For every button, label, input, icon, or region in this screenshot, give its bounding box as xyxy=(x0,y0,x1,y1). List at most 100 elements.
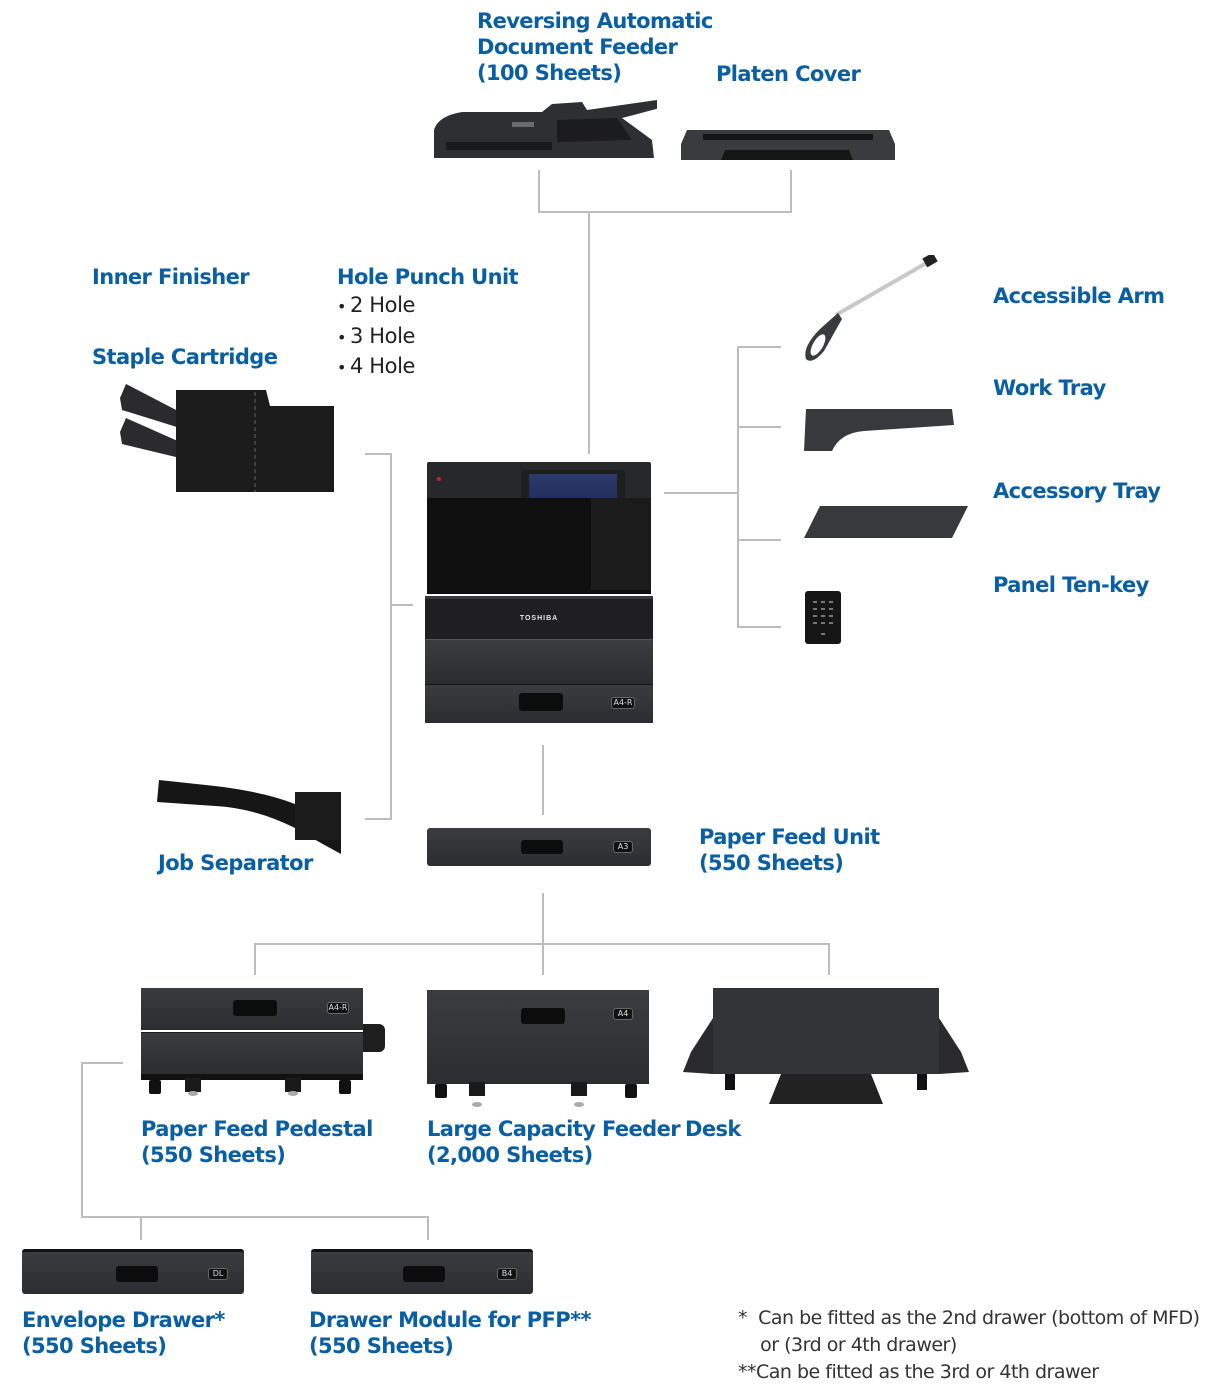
hole-punch-options: 2 Hole 3 Hole 4 Hole xyxy=(337,291,415,383)
paper-feed-unit-label: Paper Feed Unit (550 Sheets) xyxy=(699,824,880,876)
mfd-drawer[interactable]: A4-R xyxy=(425,684,653,723)
drawer-handle[interactable] xyxy=(116,1266,158,1282)
hole-punch-unit-label: Hole Punch Unit xyxy=(337,265,519,289)
connector-line xyxy=(828,943,830,975)
envelope-drawer-image[interactable]: DL xyxy=(22,1249,244,1294)
connector-line xyxy=(81,1062,123,1064)
connector-line xyxy=(254,943,256,975)
paper-size-badge: A4-R xyxy=(327,1002,349,1014)
connector-line xyxy=(390,453,392,820)
connector-line xyxy=(390,604,413,606)
connector-line xyxy=(365,818,392,820)
base-label: Desk xyxy=(685,1116,741,1142)
base-label-line2: (2,000 Sheets) xyxy=(427,1143,593,1167)
leveling-foot-icon xyxy=(185,1078,201,1092)
radf-image[interactable] xyxy=(432,100,660,160)
paper-size-badge: A3 xyxy=(613,841,633,853)
radf-label: Reversing Automatic Document Feeder (100… xyxy=(477,8,713,86)
desk-image[interactable] xyxy=(683,988,969,1106)
base-label-line1: Paper Feed Pedestal xyxy=(141,1117,373,1141)
drawer-module-pfp-image[interactable]: B4 xyxy=(311,1249,533,1294)
drawer-label: Envelope Drawer* (550 Sheets) xyxy=(22,1307,225,1359)
accessory-tray-image[interactable] xyxy=(804,506,968,538)
leveling-foot-pin xyxy=(574,1102,584,1107)
drawer-handle[interactable] xyxy=(521,1008,565,1024)
paper-feed-pedestal-image[interactable]: A4-R xyxy=(141,988,387,1098)
base-label-line2: (550 Sheets) xyxy=(141,1143,286,1167)
leveling-foot-icon xyxy=(285,1078,301,1092)
lcf-body[interactable]: A4 xyxy=(427,990,649,1084)
drawer-handle[interactable] xyxy=(403,1266,445,1282)
leveling-foot-pin xyxy=(472,1102,482,1107)
drawer-label-line1: Envelope Drawer* xyxy=(22,1308,225,1332)
drawer-label: Drawer Module for PFP** (550 Sheets) xyxy=(309,1307,591,1359)
pedestal-base xyxy=(141,1074,363,1080)
job-separator-image[interactable] xyxy=(155,778,345,856)
platen-cover-image[interactable] xyxy=(681,130,895,160)
footnote-1-line1: * Can be fitted as the 2nd drawer (botto… xyxy=(738,1307,1200,1329)
connector-line xyxy=(542,745,544,815)
pedestal-body xyxy=(141,1032,363,1075)
paper-feed-unit-label-line1: Paper Feed Unit xyxy=(699,825,880,849)
job-separator-label: Job Separator xyxy=(158,851,313,875)
base-label-line1: Desk xyxy=(685,1117,741,1141)
drawer-label-line2: (550 Sheets) xyxy=(309,1334,454,1358)
work-tray-image[interactable] xyxy=(804,407,955,452)
base-label: Large Capacity Feeder (2,000 Sheets) xyxy=(427,1116,681,1168)
connector-line xyxy=(737,426,781,428)
connector-line xyxy=(664,492,739,494)
radf-label-line1: Reversing Automatic xyxy=(477,9,713,33)
drawer-handle[interactable] xyxy=(519,693,563,711)
base-label: Paper Feed Pedestal (550 Sheets) xyxy=(141,1116,373,1168)
large-capacity-feeder-image[interactable]: A4 xyxy=(427,990,651,1108)
pedestal-drawer[interactable]: A4-R xyxy=(141,988,363,1030)
brand-logo: TOSHIBA xyxy=(519,615,559,622)
connector-line xyxy=(790,170,792,213)
pedestal-side-handle xyxy=(363,1024,385,1052)
paper-size-badge: B4 xyxy=(497,1268,517,1280)
base-label-line1: Large Capacity Feeder xyxy=(427,1117,681,1141)
paper-feed-unit-image[interactable]: A3 xyxy=(427,828,651,866)
leveling-foot-pin xyxy=(188,1091,198,1096)
hole-punch-option: 4 Hole xyxy=(337,352,415,383)
connector-line xyxy=(737,346,781,348)
inner-finisher-image[interactable] xyxy=(118,380,334,494)
leveling-foot-pin xyxy=(288,1091,298,1096)
caster-icon xyxy=(339,1080,351,1094)
drawer-handle[interactable] xyxy=(233,1000,277,1016)
caster-icon xyxy=(435,1084,447,1098)
connector-line xyxy=(140,1216,142,1240)
drawer-handle[interactable] xyxy=(521,840,563,854)
mfd-body xyxy=(425,639,653,684)
staple-cartridge-label: Staple Cartridge xyxy=(92,345,278,369)
connector-line xyxy=(737,346,739,628)
leveling-foot-icon xyxy=(571,1082,587,1096)
drawer-label-line2: (550 Sheets) xyxy=(22,1334,167,1358)
connector-line xyxy=(542,893,544,975)
paper-feed-unit-label-line2: (550 Sheets) xyxy=(699,851,844,875)
caster-icon xyxy=(149,1080,161,1094)
inner-finisher-label: Inner Finisher xyxy=(92,265,250,289)
connector-line xyxy=(365,453,392,455)
right-option-label: Work Tray xyxy=(993,376,1106,400)
panel-ten-key-image[interactable] xyxy=(805,591,841,644)
connector-line xyxy=(538,211,792,213)
paper-size-badge: A4 xyxy=(613,1008,633,1020)
platen-cover-label: Platen Cover xyxy=(716,62,861,86)
hole-punch-option: 3 Hole xyxy=(337,322,415,353)
connector-line xyxy=(538,170,540,213)
paper-size-badge: A4-R xyxy=(611,697,635,709)
footnotes: * Can be fitted as the 2nd drawer (botto… xyxy=(738,1305,1200,1386)
footnote-2: **Can be fitted as the 3rd or 4th drawer xyxy=(738,1361,1099,1383)
right-option-label: Accessible Arm xyxy=(993,284,1165,308)
accessible-arm-image[interactable] xyxy=(800,252,940,365)
hole-punch-option: 2 Hole xyxy=(337,291,415,322)
radf-label-line2: Document Feeder xyxy=(477,35,678,59)
leveling-foot-icon xyxy=(469,1082,485,1096)
mfd-main-unit[interactable]: TOSHIBA A4-R xyxy=(425,462,653,723)
connector-line xyxy=(737,626,781,628)
mfd-front-band: TOSHIBA xyxy=(425,596,653,639)
footnote-1-line2: or (3rd or 4th drawer) xyxy=(738,1334,957,1356)
right-option-label: Panel Ten-key xyxy=(993,573,1149,597)
connector-line xyxy=(737,539,781,541)
